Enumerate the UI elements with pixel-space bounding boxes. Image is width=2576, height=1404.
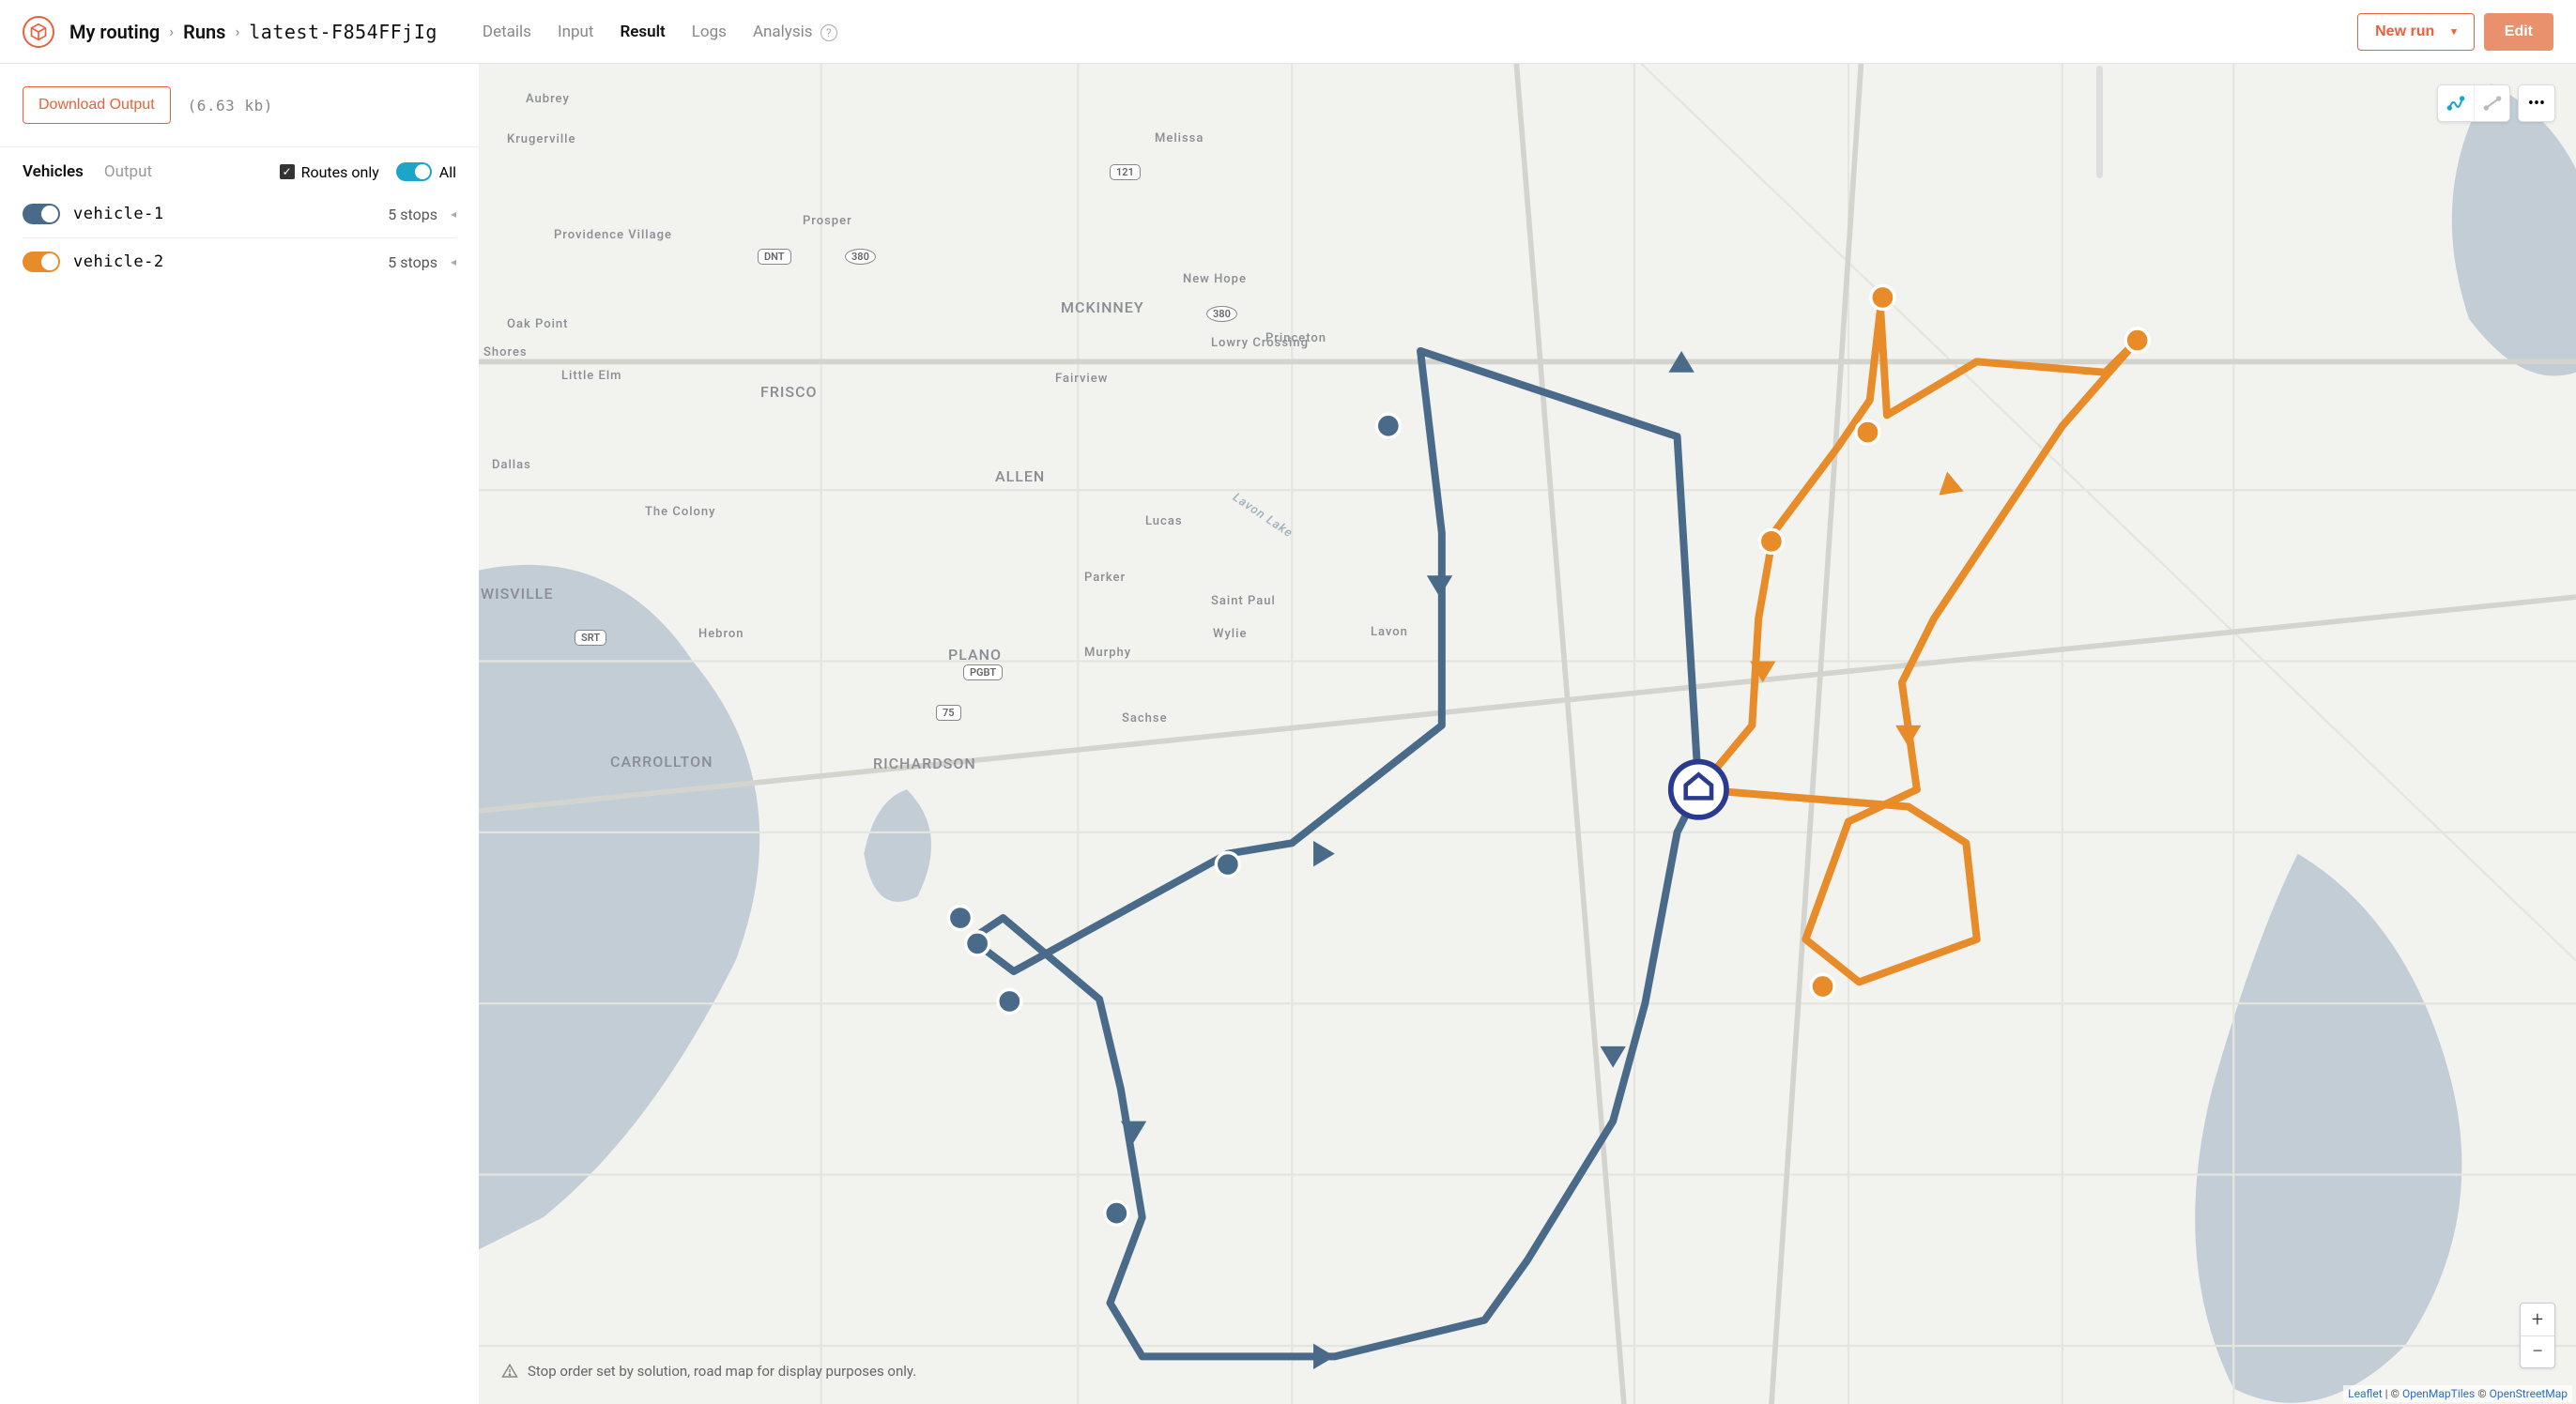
sidebar-filters: ✓ Routes only All [280,162,456,181]
chevron-down-icon: ▾ [2451,25,2457,38]
tab-details[interactable]: Details [483,19,531,45]
edit-button[interactable]: Edit [2484,13,2553,51]
collapse-caret-icon[interactable]: ◂ [451,207,456,221]
collapse-caret-icon[interactable]: ◂ [451,255,456,268]
zoom-out-button[interactable]: − [2521,1335,2554,1367]
vehicle-item: vehicle-1 5 stops ◂ [23,191,456,238]
route-straight-button[interactable] [2474,85,2509,121]
map-more-button[interactable]: ••• [2519,85,2554,121]
breadcrumb-runs[interactable]: Runs [183,21,225,43]
download-row: Download Output (6.63 kb) [0,64,479,147]
map-toolbar: ••• [2437,84,2555,122]
header-actions: New run ▾ Edit [2357,13,2553,51]
breadcrumb: My routing › Runs › latest-F854FFjIg [69,21,437,43]
vehicle-name: vehicle-1 [73,205,164,223]
subtab-vehicles[interactable]: Vehicles [23,162,84,181]
openstreetmap-link[interactable]: OpenStreetMap [2490,1387,2568,1400]
vehicle-toggle[interactable] [23,204,60,224]
checkmark-icon: ✓ [280,164,295,179]
map-disclaimer: Stop order set by solution, road map for… [501,1363,916,1380]
new-run-button[interactable]: New run ▾ [2357,13,2475,51]
vehicle-list: vehicle-1 5 stops ◂ vehicle-2 5 stops ◂ [0,187,479,289]
help-icon[interactable]: ? [820,24,837,41]
tab-logs[interactable]: Logs [692,19,727,45]
header-tabs: Details Input Result Logs Analysis ? [483,19,837,45]
app-logo [23,16,54,48]
sidebar-subtabs-row: Vehicles Output ✓ Routes only All [0,147,479,187]
vehicle-stops: 5 stops [388,253,437,271]
route-curved-button[interactable] [2438,85,2474,121]
route-style-group [2437,84,2510,122]
sidebar-scrollbar[interactable] [2096,66,2103,178]
leaflet-link[interactable]: Leaflet [2348,1387,2382,1400]
cube-icon [29,23,48,41]
route-curved-icon [2446,94,2465,113]
tab-result[interactable]: Result [620,19,665,45]
more-icon: ••• [2528,94,2545,114]
openmaptiles-link[interactable]: OpenMapTiles [2402,1387,2475,1400]
filesize-label: (6.63 kb) [188,97,273,114]
chevron-right-icon: › [235,23,239,40]
warning-icon [501,1363,518,1380]
zoom-controls: + − [2520,1303,2555,1368]
route-straight-icon [2483,94,2502,113]
breadcrumb-current: latest-F854FFjIg [249,21,437,43]
sidebar-subtabs: Vehicles Output [23,162,152,181]
map-canvas[interactable]: Aubrey Krugerville Providence Village Pr… [479,64,2576,1404]
all-toggle[interactable]: All [396,162,456,181]
chevron-right-icon: › [169,23,174,40]
routes-only-checkbox[interactable]: ✓ Routes only [280,163,379,181]
map-more-group: ••• [2518,84,2555,122]
tab-input[interactable]: Input [558,19,594,45]
vehicle-item: vehicle-2 5 stops ◂ [23,238,456,285]
tab-analysis[interactable]: Analysis ? [753,19,837,45]
vehicle-stops: 5 stops [388,206,437,223]
header: My routing › Runs › latest-F854FFjIg Det… [0,0,2576,64]
download-output-button[interactable]: Download Output [23,86,171,124]
breadcrumb-root[interactable]: My routing [69,21,160,43]
map-svg [479,64,2576,1404]
sidebar: Download Output (6.63 kb) Vehicles Outpu… [0,64,479,1404]
zoom-in-button[interactable]: + [2521,1304,2554,1335]
vehicle-toggle[interactable] [23,252,60,272]
vehicle-name: vehicle-2 [73,252,164,271]
map-attribution: Leaflet | © OpenMapTiles © OpenStreetMap [2343,1385,2572,1402]
toggle-switch-icon [396,162,432,181]
subtab-output[interactable]: Output [104,162,152,181]
